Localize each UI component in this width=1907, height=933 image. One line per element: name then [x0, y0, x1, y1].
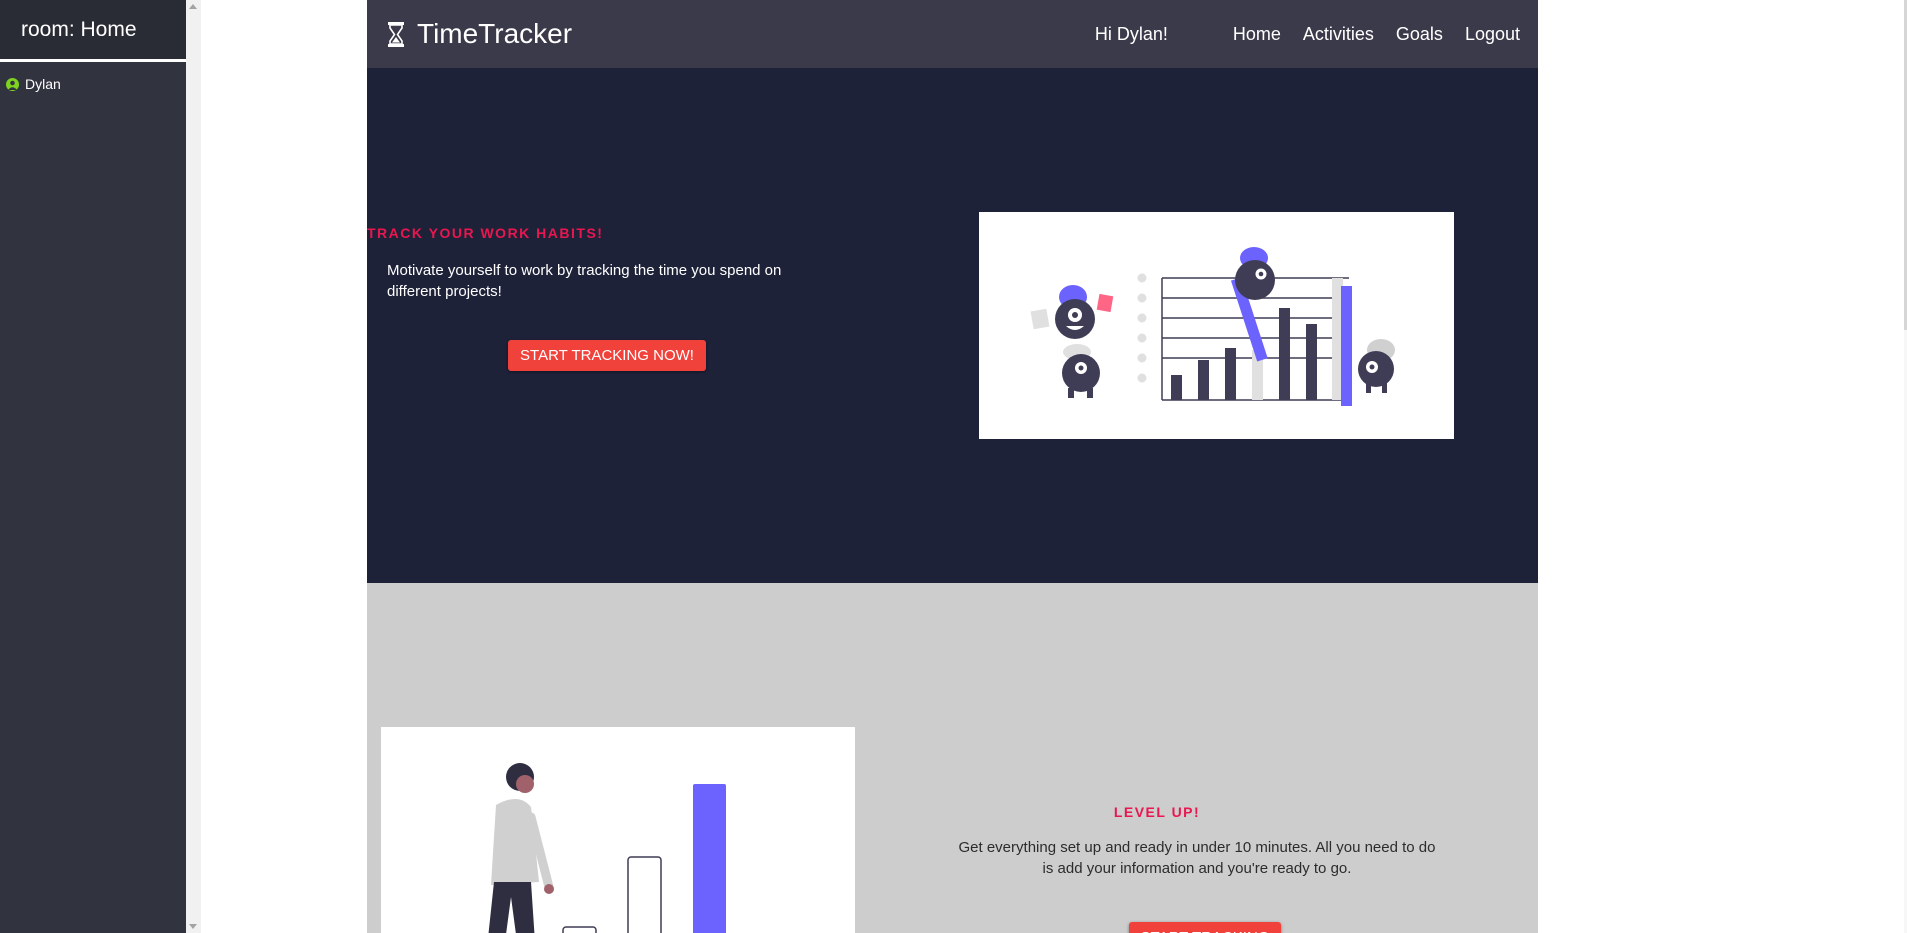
navbar: TimeTracker Hi Dylan! Home Activities Go…	[367, 0, 1538, 68]
user-online-icon	[6, 77, 19, 91]
hero-description: Motivate yourself to work by tracking th…	[387, 262, 782, 300]
brand[interactable]: TimeTracker	[387, 18, 572, 50]
app-main: TimeTracker Hi Dylan! Home Activities Go…	[367, 0, 1538, 933]
nav-links: Hi Dylan! Home Activities Goals Logout	[1095, 24, 1520, 45]
start-tracking-button[interactable]: START TRACKING NOW!	[508, 340, 706, 371]
sidebar-scrollbar[interactable]	[186, 0, 201, 933]
level-up-start-button[interactable]: START TRACKING	[1129, 922, 1281, 933]
user-name: Dylan	[25, 76, 61, 92]
room-title: room: Home	[0, 0, 186, 62]
level-up-section: LEVEL UP! Get everything set up and read…	[367, 583, 1538, 933]
sidebar: room: Home Dylan	[0, 0, 186, 933]
level-up-description: Get everything set up and ready in under…	[958, 839, 1436, 877]
brand-name: TimeTracker	[417, 18, 573, 49]
nav-home-link[interactable]: Home	[1233, 24, 1281, 45]
scroll-down-icon[interactable]	[189, 924, 197, 929]
user-list-item[interactable]: Dylan	[0, 62, 186, 92]
hourglass-icon	[388, 21, 404, 47]
growth-chart-illustration	[381, 727, 855, 933]
user-greeting: Hi Dylan!	[1094, 23, 1168, 44]
nav-goals-link[interactable]: Goals	[1396, 24, 1443, 45]
level-up-heading: LEVEL UP!	[1113, 804, 1201, 820]
hero-section: TRACK YOUR WORK HABITS! Motivate yoursel…	[367, 68, 1538, 583]
nav-logout-link[interactable]: Logout	[1465, 24, 1520, 45]
hero-heading: TRACK YOUR WORK HABITS!	[367, 225, 604, 241]
progress-chart-illustration	[979, 212, 1454, 439]
nav-activities-link[interactable]: Activities	[1303, 24, 1374, 45]
scroll-up-icon[interactable]	[189, 4, 197, 9]
